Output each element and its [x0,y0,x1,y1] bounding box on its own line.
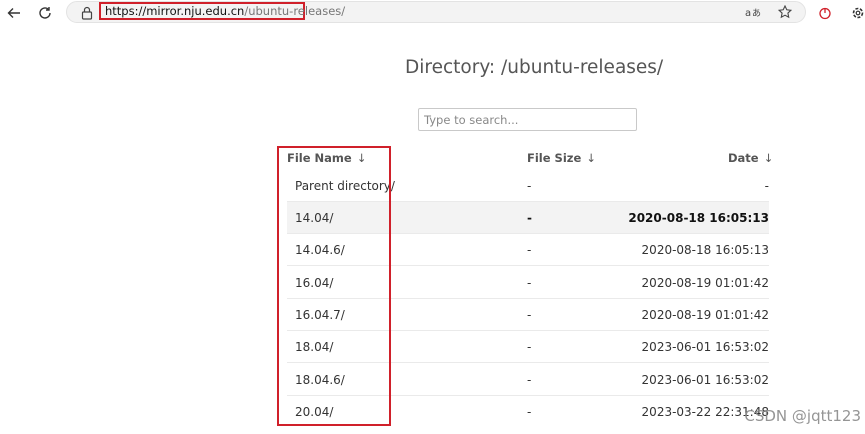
file-name-link[interactable]: 16.04/ [295,276,333,290]
file-name-link[interactable]: 16.04.7/ [295,308,345,322]
url-path: /ubuntu-releases/ [244,4,346,18]
file-date: 2023-06-01 16:53:02 [641,340,769,354]
file-name-link[interactable]: 18.04/ [295,340,333,354]
file-name-link[interactable]: Parent directory/ [295,179,395,193]
file-date: 2023-06-01 16:53:02 [641,373,769,387]
file-date: 2020-08-19 01:01:42 [641,308,769,322]
file-size: - [527,243,532,257]
table-row[interactable]: Parent directory/ - - [287,170,769,202]
reload-icon[interactable] [35,3,55,23]
url-text[interactable]: https://mirror.nju.edu.cn/ubuntu-release… [99,2,345,20]
file-size: - [527,276,532,290]
file-name-link[interactable]: 20.04/ [295,405,333,419]
table-row[interactable]: 14.04.6/ - 2020-08-18 16:05:13 [287,234,769,266]
table-row[interactable]: 20.04/ - 2023-03-22 22:31:48 [287,396,769,428]
file-size: - [527,308,532,322]
page-title: Directory: /ubuntu-releases/ [405,57,664,78]
file-size: - [527,373,532,387]
sort-arrow-icon: ↓ [586,151,596,165]
browser-toolbar: https://mirror.nju.edu.cn/ubuntu-release… [0,0,865,26]
file-size: - [527,340,532,354]
back-icon[interactable] [4,3,24,23]
svg-text:a: a [745,8,751,18]
column-header-file-size[interactable]: File Size ↓ [527,151,596,165]
file-size: - [527,179,532,193]
file-name-link[interactable]: 18.04.6/ [295,373,345,387]
table-row[interactable]: 16.04/ - 2020-08-19 01:01:42 [287,267,769,299]
search-input[interactable] [418,108,637,131]
url-host: https://mirror.nju.edu.cn [105,4,245,18]
lock-icon[interactable] [81,5,95,20]
file-name-link[interactable]: 14.04.6/ [295,243,345,257]
table-row[interactable]: 14.04/ - 2020-08-18 16:05:13 [287,202,769,234]
column-header-label: File Name [287,151,352,165]
file-name-link[interactable]: 14.04/ [295,211,333,225]
column-header-label: Date [728,151,759,165]
file-date: 2020-08-18 16:05:13 [641,243,769,257]
address-bar[interactable]: https://mirror.nju.edu.cn/ubuntu-release… [66,1,806,23]
settings-icon[interactable] [848,3,865,23]
column-header-file-name[interactable]: File Name ↓ [287,151,366,165]
watermark: CSDN @jqtt123 [744,407,861,425]
favorite-star-icon[interactable] [777,4,793,20]
file-date: - [764,179,769,193]
extension-icon[interactable] [815,3,835,23]
table-row[interactable]: 18.04.6/ - 2023-06-01 16:53:02 [287,364,769,396]
file-date: 2020-08-19 01:01:42 [641,276,769,290]
sort-arrow-icon: ↓ [763,151,774,165]
column-header-date[interactable]: Date ↓ [728,151,773,165]
file-size: - [527,405,532,419]
file-size: - [527,211,532,225]
column-header-label: File Size [527,151,582,165]
sort-arrow-icon: ↓ [356,151,367,165]
read-aloud-icon[interactable]: aあ [745,4,761,20]
table-row[interactable]: 18.04/ - 2023-06-01 16:53:02 [287,331,769,363]
table-row[interactable]: 16.04.7/ - 2020-08-19 01:01:42 [287,299,769,331]
svg-text:あ: あ [752,8,761,18]
file-date: 2020-08-18 16:05:13 [628,211,769,225]
